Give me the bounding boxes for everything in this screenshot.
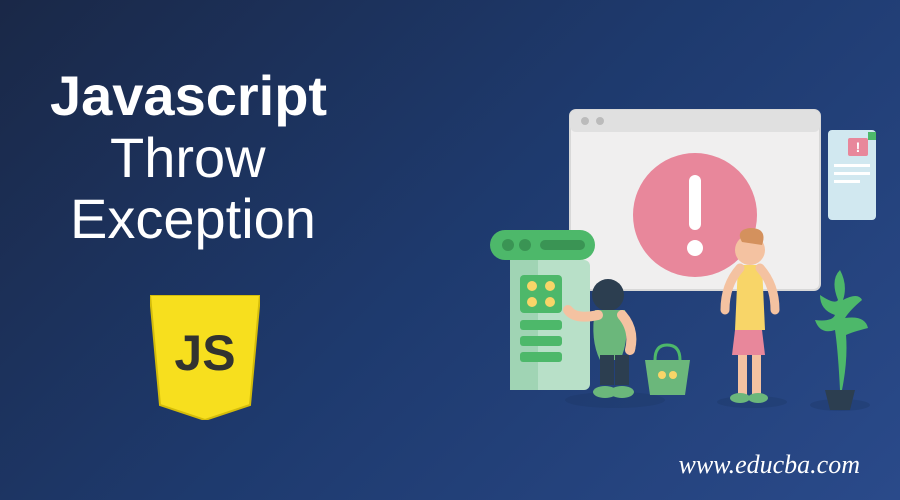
title-line-2: Throw: [110, 127, 327, 189]
title-line-1: Javascript: [50, 65, 327, 127]
website-url: www.educba.com: [679, 450, 861, 480]
svg-text:!: !: [856, 139, 861, 155]
javascript-logo: JS: [150, 295, 260, 420]
page-title: Javascript Throw Exception: [50, 65, 327, 250]
title-line-3: Exception: [70, 188, 327, 250]
error-illustration: !: [470, 100, 880, 420]
svg-text:JS: JS: [174, 325, 235, 381]
